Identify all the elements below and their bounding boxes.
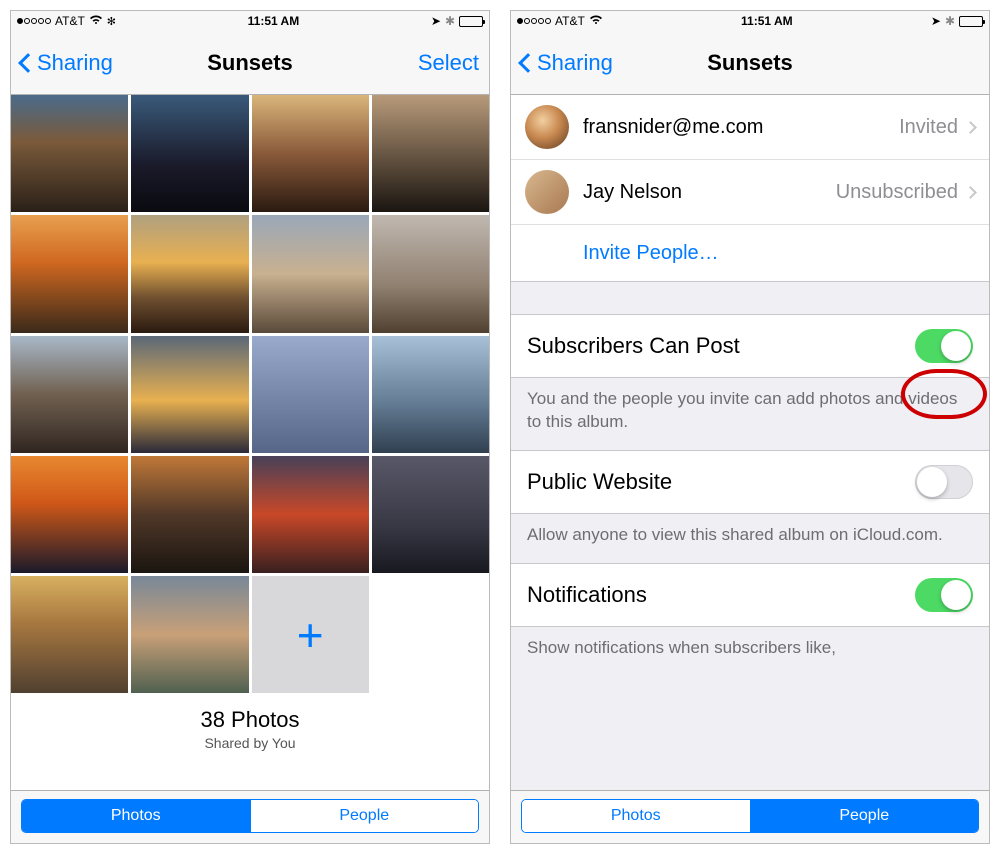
carrier-label: AT&T [555,14,585,28]
battery-icon [459,16,483,27]
subscribers-desc: You and the people you invite can add ph… [511,378,989,450]
notifications-toggle[interactable] [915,578,973,612]
photo-thumb[interactable] [131,336,248,453]
person-row[interactable]: Jay Nelson Unsubscribed [511,160,989,225]
chevron-left-icon [518,53,538,73]
photo-thumb[interactable] [372,456,489,573]
tab-photos[interactable]: Photos [22,800,250,832]
photo-thumb[interactable] [11,215,128,332]
chevron-right-icon [964,121,977,134]
photo-thumb[interactable] [131,95,248,212]
battery-icon [959,16,983,27]
photo-thumb[interactable] [252,456,369,573]
signal-icon [517,18,551,24]
settings-list: fransnider@me.com Invited Jay Nelson Uns… [511,95,989,790]
nav-bar: Sharing Sunsets Select [11,31,489,95]
tab-bar: Photos People [11,790,489,843]
phone-photos-view: AT&T ✻ 11:51 AM ➤ ✱ Sharing Sunsets Sele… [10,10,490,844]
nav-bar: Sharing Sunsets [511,31,989,95]
back-label: Sharing [37,50,113,76]
person-name: fransnider@me.com [583,116,899,139]
plus-icon: + [297,608,324,662]
avatar [525,170,569,214]
status-bar: AT&T ✻ 11:51 AM ➤ ✱ [11,11,489,31]
tab-people[interactable]: People [250,800,479,832]
photo-thumb[interactable] [131,456,248,573]
status-time: 11:51 AM [741,14,793,28]
carrier-label: AT&T [55,14,85,28]
photo-grid-area: + 38 Photos Shared by You [11,95,489,790]
photo-thumb[interactable] [372,336,489,453]
photo-thumb[interactable] [131,576,248,693]
photo-thumb[interactable] [11,336,128,453]
setting-label: Notifications [527,582,647,608]
phone-people-view: AT&T 11:51 AM ➤ ✱ Sharing Sunsets fransn… [510,10,990,844]
tab-people[interactable]: People [750,800,979,832]
subscribers-can-post-row: Subscribers Can Post [511,314,989,378]
photo-thumb[interactable] [11,95,128,212]
photo-thumb[interactable] [11,576,128,693]
photo-thumb[interactable] [372,215,489,332]
add-photo-button[interactable]: + [252,576,369,693]
location-icon: ➤ [931,14,941,28]
wifi-icon [589,15,603,28]
setting-label: Public Website [527,469,672,495]
invite-people-button[interactable]: Invite People… [511,225,989,281]
avatar [525,105,569,149]
select-button[interactable]: Select [418,50,479,76]
public-website-desc: Allow anyone to view this shared album o… [511,514,989,563]
people-group: fransnider@me.com Invited Jay Nelson Uns… [511,95,989,282]
location-icon: ➤ [431,14,441,28]
notifications-desc: Show notifications when subscribers like… [511,627,989,664]
status-bar: AT&T 11:51 AM ➤ ✱ [511,11,989,31]
photo-thumb[interactable] [252,336,369,453]
photo-count-label: 38 Photos [11,707,489,733]
photo-thumb[interactable] [372,95,489,212]
notifications-row: Notifications [511,563,989,627]
public-website-toggle[interactable] [915,465,973,499]
bluetooth-icon: ✱ [445,14,455,28]
status-time: 11:51 AM [248,14,300,28]
chevron-right-icon [964,186,977,199]
public-website-row: Public Website [511,450,989,514]
person-status: Invited [899,116,958,139]
photo-thumb[interactable] [11,456,128,573]
back-button[interactable]: Sharing [521,50,613,76]
signal-icon [17,18,51,24]
person-name: Jay Nelson [583,181,836,204]
photo-thumb[interactable] [252,215,369,332]
back-button[interactable]: Sharing [21,50,113,76]
bluetooth-icon: ✱ [945,14,955,28]
shared-by-label: Shared by You [11,735,489,751]
photo-thumb[interactable] [131,215,248,332]
wifi-icon [89,15,103,28]
person-row[interactable]: fransnider@me.com Invited [511,95,989,160]
chevron-left-icon [18,53,38,73]
photo-thumb[interactable] [252,95,369,212]
footer-info: 38 Photos Shared by You [11,693,489,761]
setting-label: Subscribers Can Post [527,333,740,359]
tab-bar: Photos People [511,790,989,843]
back-label: Sharing [537,50,613,76]
tab-photos[interactable]: Photos [522,800,750,832]
loading-icon: ✻ [107,15,116,28]
photo-grid: + [11,95,489,693]
subscribers-can-post-toggle[interactable] [915,329,973,363]
person-status: Unsubscribed [836,181,958,204]
